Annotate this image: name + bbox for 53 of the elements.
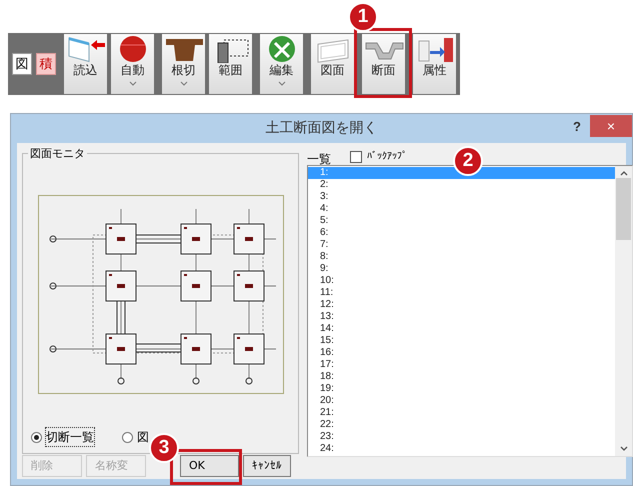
- radio-button[interactable]: [31, 432, 42, 442]
- list-title: 一覧: [307, 151, 331, 168]
- list-item[interactable]: 3:: [308, 191, 615, 203]
- close-button[interactable]: ×: [590, 115, 632, 137]
- list-item[interactable]: 9:: [308, 263, 615, 275]
- list-item[interactable]: 14:: [308, 323, 615, 335]
- list-item[interactable]: 8:: [308, 251, 615, 263]
- checkbox[interactable]: [350, 150, 362, 162]
- radio-button[interactable]: [122, 432, 133, 442]
- toolbar-button[interactable]: 編集: [260, 34, 303, 94]
- list-item[interactable]: 22:: [308, 419, 615, 431]
- list-item[interactable]: 15:: [308, 335, 615, 347]
- dialog-button[interactable]: ｷｬﾝｾﾙ: [243, 455, 291, 477]
- list-item[interactable]: 16:: [308, 347, 615, 359]
- list-item[interactable]: 12:: [308, 299, 615, 311]
- dialog-button[interactable]: OK: [180, 455, 239, 477]
- checkbox-label: ﾊﾞｯｸｱｯﾌﾟ: [367, 150, 407, 164]
- toolbar-button[interactable]: 断面: [362, 34, 405, 94]
- list-item[interactable]: 20:: [308, 395, 615, 407]
- window-title: 土工断面図を開く: [266, 119, 378, 138]
- list-item[interactable]: 17:: [308, 359, 615, 371]
- radio-label: 図: [137, 429, 149, 446]
- list-item[interactable]: 19:: [308, 383, 615, 395]
- list-item[interactable]: 24:: [308, 443, 615, 455]
- list-item[interactable]: 18:: [308, 371, 615, 383]
- toggle-button[interactable]: 図: [12, 53, 32, 75]
- list-item[interactable]: 11:: [308, 287, 615, 299]
- toolbar-button[interactable]: 属性: [413, 34, 456, 94]
- list-item[interactable]: 13:: [308, 311, 615, 323]
- toolbar-button[interactable]: 図面: [311, 34, 354, 94]
- list-item[interactable]: 2:: [308, 179, 615, 191]
- list-item[interactable]: 4:: [308, 203, 615, 215]
- toggle-button[interactable]: 積: [36, 53, 56, 75]
- list-item[interactable]: 10:: [308, 275, 615, 287]
- list-item[interactable]: 23:: [308, 431, 615, 443]
- step-badge: 1: [348, 2, 378, 32]
- scroll-down-icon[interactable]: [620, 446, 628, 451]
- toolbar-button[interactable]: 根切: [162, 34, 205, 94]
- caret-icon: [128, 81, 136, 86]
- list-item[interactable]: 6:: [308, 227, 615, 239]
- help-button[interactable]: ?: [573, 117, 581, 136]
- scroll-thumb[interactable]: [616, 178, 631, 240]
- scroll-up-icon[interactable]: [620, 171, 628, 176]
- list-item[interactable]: 5:: [308, 215, 615, 227]
- toolbar-button[interactable]: 読込: [64, 34, 107, 94]
- toolbar-button[interactable]: 自動: [111, 34, 154, 94]
- radio-label: 切断一覧: [46, 428, 94, 446]
- caret-icon: [278, 81, 286, 86]
- list-item[interactable]: 21:: [308, 407, 615, 419]
- scrollbar[interactable]: [615, 166, 632, 456]
- caret-icon: [180, 81, 188, 86]
- toolbar-button[interactable]: 範囲: [209, 34, 252, 94]
- list-item[interactable]: 7:: [308, 239, 615, 251]
